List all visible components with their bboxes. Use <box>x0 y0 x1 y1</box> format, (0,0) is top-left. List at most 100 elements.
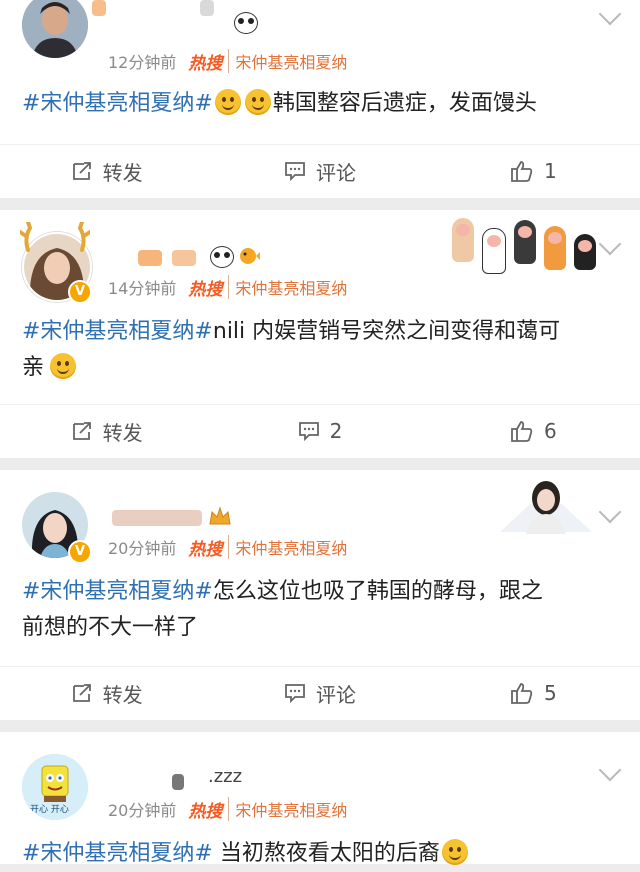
repost-label: 转发 <box>102 160 143 185</box>
repost-icon <box>72 162 91 180</box>
username-fragment: .zzz <box>208 766 243 787</box>
topic-source-link[interactable]: 宋仲基亮相夏纳 <box>228 49 347 73</box>
avatar[interactable] <box>22 0 88 58</box>
post-time: 12分钟前 <box>108 53 177 72</box>
post-body: 前想的不大一样了 <box>22 615 199 640</box>
post-meta: 20分钟前 热搜 宋仲基亮相夏纳 <box>108 535 347 560</box>
comment-button[interactable]: 评论 <box>213 157 426 186</box>
topic-source-link[interactable]: 宋仲基亮相夏纳 <box>228 797 347 821</box>
username-redacted <box>172 250 196 266</box>
laugh-cry-emoji-icon <box>214 89 241 115</box>
paw-icon <box>574 234 596 270</box>
chevron-down-icon[interactable] <box>598 232 622 256</box>
verified-badge-icon: V <box>68 280 92 304</box>
post-text: #宋仲基亮相夏纳#nili 内娱营销号突然之间变得和蔼可 亲 <box>22 314 618 386</box>
like-count: 6 <box>543 419 557 443</box>
post-time: 20分钟前 <box>108 539 177 558</box>
chevron-down-icon[interactable] <box>598 500 622 524</box>
post-header: 12分钟前 热搜 宋仲基亮相夏纳 <box>0 0 640 80</box>
hot-search-badge[interactable]: 热搜 <box>188 535 222 560</box>
thumbs-up-icon <box>511 683 533 704</box>
hot-search-badge[interactable]: 热搜 <box>188 797 222 822</box>
post-body: nili 内娱营销号突然之间变得和蔼可 <box>212 319 561 344</box>
like-button[interactable]: 5 <box>427 681 640 705</box>
like-button[interactable]: 6 <box>427 419 640 443</box>
comment-count: 2 <box>329 419 343 443</box>
topic-source-link[interactable]: 宋仲基亮相夏纳 <box>228 535 347 559</box>
cat-paw-sticker <box>452 214 596 274</box>
post-card: V 20分钟前 热搜 宋仲基亮相夏纳 #宋仲基亮相夏纳#怎么这位也吸了韩国的酵母… <box>0 470 640 720</box>
post-header: 开心 开心 .zzz 20分钟前 热搜 宋仲基亮相夏纳 <box>0 732 640 822</box>
like-count: 1 <box>543 159 557 183</box>
paw-icon <box>544 226 566 270</box>
panda-badge-icon <box>210 246 234 268</box>
hashtag-link[interactable]: #宋仲基亮相夏纳# <box>22 91 213 116</box>
chevron-down-icon[interactable] <box>598 758 622 782</box>
post-time: 14分钟前 <box>108 279 177 298</box>
action-bar: 转发 评论 5 <box>0 666 640 719</box>
username-redacted <box>112 510 202 526</box>
repost-label: 转发 <box>102 420 143 445</box>
post-meta: 20分钟前 热搜 宋仲基亮相夏纳 <box>108 797 347 822</box>
hot-search-badge[interactable]: 热搜 <box>188 275 222 300</box>
hashtag-link[interactable]: #宋仲基亮相夏纳# <box>22 841 213 866</box>
repost-button[interactable]: 转发 <box>0 417 213 446</box>
post-body: 怎么这位也吸了韩国的酵母，跟之 <box>212 579 543 604</box>
avatar[interactable]: 开心 开心 <box>22 754 88 820</box>
hashtag-link[interactable]: #宋仲基亮相夏纳# <box>22 319 213 344</box>
action-bar: 转发 评论 1 <box>0 144 640 197</box>
comment-icon <box>285 684 305 704</box>
post-text: #宋仲基亮相夏纳# 当初熬夜看太阳的后裔 <box>22 836 618 872</box>
post-meta: 14分钟前 热搜 宋仲基亮相夏纳 <box>108 275 347 300</box>
post-header: V 14分钟前 热搜 宋仲基亮相夏纳 <box>0 210 640 304</box>
repost-button[interactable]: 转发 <box>0 679 213 708</box>
laugh-cry-emoji-icon <box>441 839 468 865</box>
username-redacted <box>138 250 162 266</box>
post-meta: 12分钟前 热搜 宋仲基亮相夏纳 <box>108 49 347 74</box>
like-button[interactable]: 1 <box>427 159 640 183</box>
hot-search-badge[interactable]: 热搜 <box>188 49 222 74</box>
post-header: V 20分钟前 热搜 宋仲基亮相夏纳 <box>0 470 640 564</box>
post-card: 开心 开心 .zzz 20分钟前 热搜 宋仲基亮相夏纳 #宋仲基亮相夏纳# 当初… <box>0 732 640 866</box>
thumbs-up-icon <box>511 161 533 182</box>
username-redacted <box>200 0 214 16</box>
comment-label: 评论 <box>315 160 356 185</box>
post-card: 12分钟前 热搜 宋仲基亮相夏纳 #宋仲基亮相夏纳# 韩国整容后遗症，发面馒头 转… <box>0 0 640 198</box>
username-redacted <box>92 0 106 16</box>
repost-label: 转发 <box>102 682 143 707</box>
username-redacted <box>172 774 184 790</box>
avatar-caption: 开心 开心 <box>30 805 69 815</box>
like-count: 5 <box>543 681 557 705</box>
comment-button[interactable]: 2 <box>213 419 426 443</box>
post-time: 20分钟前 <box>108 801 177 820</box>
crown-badge-icon <box>209 506 231 525</box>
smile-emoji-icon <box>50 353 77 379</box>
repost-button[interactable]: 转发 <box>0 157 213 186</box>
comment-button[interactable]: 评论 <box>213 679 426 708</box>
paw-icon <box>514 220 536 264</box>
post-body: 当初熬夜看太阳的后裔 <box>219 841 440 866</box>
repost-icon <box>72 422 91 440</box>
profile-sticker <box>500 481 592 534</box>
weibo-feed: 12分钟前 热搜 宋仲基亮相夏纳 #宋仲基亮相夏纳# 韩国整容后遗症，发面馒头 转… <box>0 0 640 866</box>
thumbs-up-icon <box>511 421 533 442</box>
action-bar: 转发 2 6 <box>0 404 640 457</box>
post-body: 亲 <box>22 355 45 380</box>
post-body: 韩国整容后遗症，发面馒头 <box>272 91 537 116</box>
panda-badge-icon <box>234 12 258 34</box>
antler-decoration-icon <box>20 222 90 252</box>
chevron-down-icon[interactable] <box>598 2 622 26</box>
laugh-cry-emoji-icon <box>244 89 271 115</box>
post-text: #宋仲基亮相夏纳#怎么这位也吸了韩国的酵母，跟之 前想的不大一样了 <box>22 574 618 646</box>
verified-badge-icon: V <box>68 540 92 564</box>
comment-label: 评论 <box>315 682 356 707</box>
post-card: V 14分钟前 热搜 宋仲基亮相夏纳 #宋仲基亮相夏纳#nili 内娱营销号突然… <box>0 210 640 458</box>
comment-icon <box>298 422 319 442</box>
pufferfish-badge-icon <box>240 248 260 264</box>
hashtag-link[interactable]: #宋仲基亮相夏纳# <box>22 579 213 604</box>
repost-icon <box>72 684 91 702</box>
paw-icon <box>452 218 474 262</box>
topic-source-link[interactable]: 宋仲基亮相夏纳 <box>228 275 347 299</box>
post-text: #宋仲基亮相夏纳# 韩国整容后遗症，发面馒头 <box>22 86 618 122</box>
comment-icon <box>285 162 305 182</box>
